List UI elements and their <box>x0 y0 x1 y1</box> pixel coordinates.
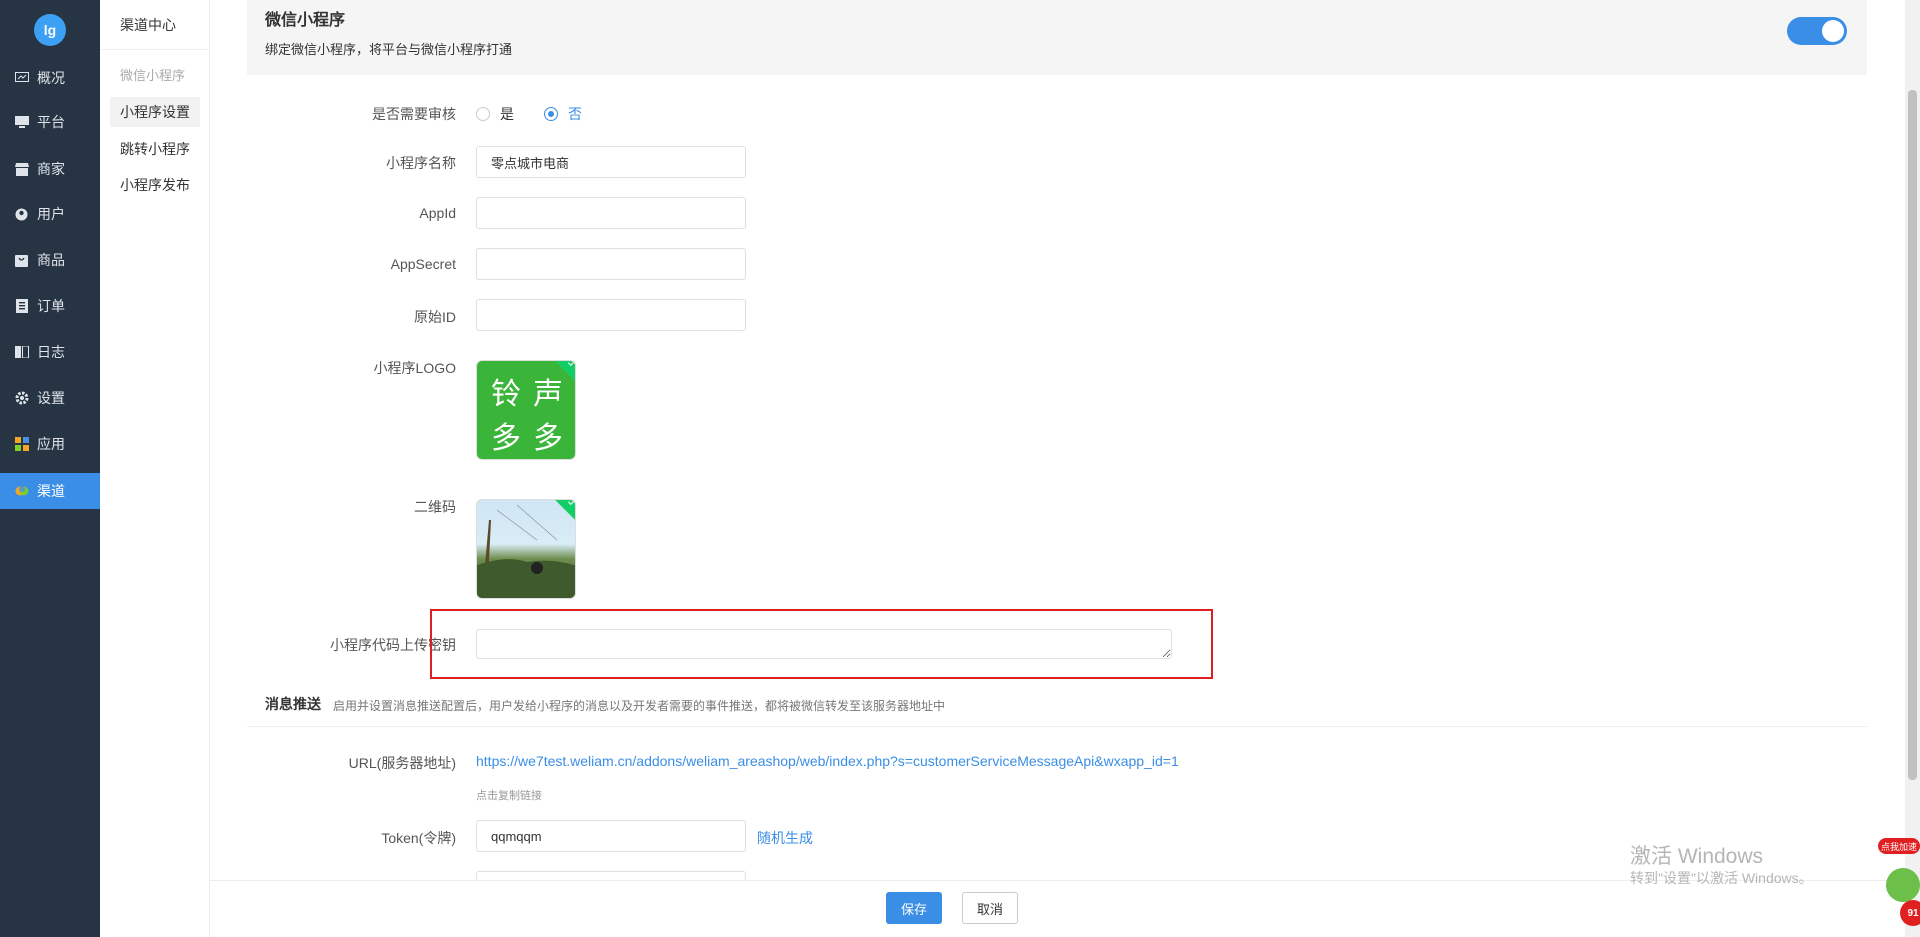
random-generate-link[interactable]: 随机生成 <box>757 828 813 848</box>
main-content <box>210 0 1900 880</box>
sidebar-item-log[interactable]: 日志 <box>0 334 100 370</box>
sidebar-item-label: 渠道 <box>37 483 65 499</box>
app-logo-text: lg <box>43 22 57 38</box>
subnav-item-miniprogram-settings[interactable]: 小程序设置 <box>110 97 200 127</box>
channel-subnav: 渠道中心 微信小程序 小程序设置 跳转小程序 小程序发布 <box>100 0 210 937</box>
logo-char: 铃 <box>491 377 521 412</box>
review-radio-yes[interactable]: 是 <box>476 104 514 124</box>
sidebar-item-order[interactable]: 订单 <box>0 288 100 324</box>
speedup-widget[interactable]: 点我加速 91 <box>1878 838 1920 937</box>
sidebar-item-user[interactable]: 用户 <box>0 196 100 232</box>
mascot-icon <box>1886 868 1920 902</box>
panel-description: 绑定微信小程序，将平台与微信小程序打通 <box>265 42 513 57</box>
radio-circle <box>476 107 490 121</box>
radio-label: 是 <box>500 106 514 122</box>
save-button[interactable]: 保存 <box>886 892 942 924</box>
desktop-icon <box>14 115 29 130</box>
user-icon <box>14 207 29 222</box>
origin-id-label: 原始ID <box>414 309 456 325</box>
sidebar-item-label: 商家 <box>37 161 65 177</box>
url-label: URL(服务器地址) <box>348 755 456 771</box>
subnav-item-jump-miniprogram[interactable]: 跳转小程序 <box>110 134 200 164</box>
subnav-title: 渠道中心 <box>100 0 210 50</box>
logo-char: 多 <box>491 421 521 456</box>
radio-circle <box>544 107 558 121</box>
sidebar-item-settings[interactable]: 设置 <box>0 380 100 416</box>
apps-grid-icon <box>14 437 29 452</box>
appsecret-input[interactable] <box>476 248 746 280</box>
book-icon <box>14 345 29 360</box>
token-label: Token(令牌) <box>381 830 456 846</box>
panel-header: 微信小程序 绑定微信小程序，将平台与微信小程序打通 <box>247 0 1867 75</box>
appid-input[interactable] <box>476 197 746 229</box>
form-footer <box>210 880 1900 937</box>
copy-link-hint[interactable]: 点击复制链接 <box>476 787 542 803</box>
appid-label: AppId <box>419 205 456 221</box>
toggle-knob <box>1822 20 1844 42</box>
page-scrollbar[interactable] <box>1905 0 1920 937</box>
sidebar-item-label: 商品 <box>37 252 65 268</box>
speedup-tag: 点我加速 <box>1878 838 1920 854</box>
message-push-title: 消息推送 <box>265 696 321 712</box>
order-icon <box>14 299 29 314</box>
sidebar-item-apps[interactable]: 应用 <box>0 426 100 462</box>
subnav-group-label: 微信小程序 <box>120 68 186 83</box>
server-url-link[interactable]: https://we7test.weliam.cn/addons/weliam_… <box>476 753 1179 769</box>
sidebar-item-label: 应用 <box>37 436 65 452</box>
logo-label: 小程序LOGO <box>373 360 456 376</box>
message-push-description: 启用并设置消息推送配置后，用户发给小程序的消息以及开发者需要的事件推送，都将被微… <box>333 699 946 713</box>
speedup-number: 91 <box>1900 900 1920 926</box>
subnav-item-miniprogram-publish[interactable]: 小程序发布 <box>110 170 200 200</box>
sidebar-item-label: 平台 <box>37 114 65 130</box>
enable-toggle[interactable] <box>1787 17 1847 45</box>
logo-image: 铃 声 多 多 <box>485 369 569 456</box>
origin-id-input[interactable] <box>476 299 746 331</box>
qrcode-photo <box>477 504 575 598</box>
store-icon <box>14 162 29 177</box>
sidebar-item-label: 概况 <box>37 70 65 86</box>
logo-char: 声 <box>533 377 563 412</box>
sidebar-item-label: 设置 <box>37 390 65 406</box>
appsecret-label: AppSecret <box>390 256 456 272</box>
miniprogram-name-input[interactable] <box>476 146 746 178</box>
sidebar-item-label: 日志 <box>37 344 65 360</box>
gear-icon <box>14 391 29 406</box>
app-logo[interactable]: lg <box>34 14 66 46</box>
qrcode-label: 二维码 <box>414 499 456 515</box>
annotation-highlight-box <box>430 609 1213 679</box>
sidebar-item-goods[interactable]: 商品 <box>0 242 100 278</box>
windows-activation-title: 激活 Windows <box>1630 845 1764 868</box>
token-input[interactable] <box>476 820 746 852</box>
monitor-icon <box>14 71 29 86</box>
sidebar-item-label: 订单 <box>37 298 65 314</box>
windows-activation-subtitle: 转到"设置"以激活 Windows。 <box>1630 870 1813 886</box>
cancel-button[interactable]: 取消 <box>962 892 1018 924</box>
sidebar-item-overview[interactable]: 概况 <box>0 60 100 96</box>
name-label: 小程序名称 <box>386 155 456 171</box>
sidebar-item-label: 用户 <box>37 206 65 222</box>
qrcode-upload[interactable] <box>476 499 576 599</box>
review-label: 是否需要审核 <box>372 106 456 122</box>
sidebar-item-merchant[interactable]: 商家 <box>0 151 100 187</box>
upload-key-label: 小程序代码上传密钥 <box>330 637 456 653</box>
radio-label: 否 <box>568 106 582 122</box>
review-radio-no[interactable]: 否 <box>544 104 582 124</box>
miniprogram-logo-upload[interactable]: 铃 声 多 多 <box>476 360 576 460</box>
channel-icon <box>14 484 29 499</box>
sidebar-item-platform[interactable]: 平台 <box>0 104 100 140</box>
bag-icon <box>14 253 29 268</box>
scroll-thumb[interactable] <box>1908 90 1917 780</box>
section-divider <box>247 726 1867 727</box>
logo-char: 多 <box>533 421 563 456</box>
sidebar-item-channel[interactable]: 渠道 <box>0 473 100 509</box>
panel-title: 微信小程序 <box>265 12 346 29</box>
main-sidebar: lg 概况 平台 商家 用户 商品 订单 日志 设置 应用 渠道 <box>0 0 100 937</box>
